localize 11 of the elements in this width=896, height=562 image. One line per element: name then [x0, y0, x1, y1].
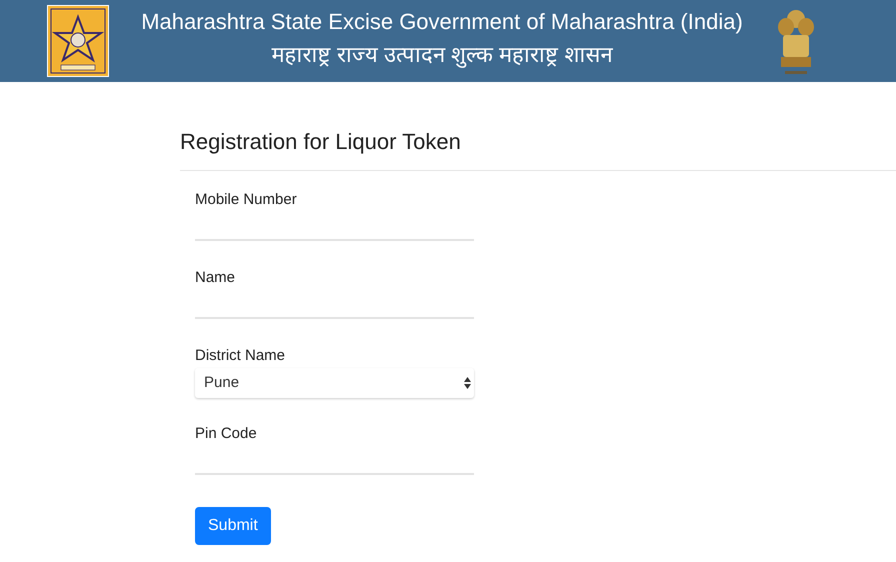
- form-title: Registration for Liquor Token: [180, 128, 461, 156]
- up-down-caret-icon: [464, 377, 471, 389]
- field-label: Pin Code: [195, 425, 257, 443]
- district-select[interactable]: Pune: [195, 368, 474, 398]
- submit-button[interactable]: Submit: [195, 507, 271, 545]
- field-label: Name: [195, 269, 236, 287]
- field-label: District Name: [195, 347, 286, 365]
- header-title: Maharashtra State Excise Government of Maharashtra (India): [141, 8, 743, 36]
- star-badge-logo: [47, 5, 109, 77]
- header-subtitle: महाराष्ट्र राज्य उत्पादन शुल्क महाराष्ट्र शासन: [272, 41, 612, 70]
- field-label: Mobile Number: [195, 191, 297, 209]
